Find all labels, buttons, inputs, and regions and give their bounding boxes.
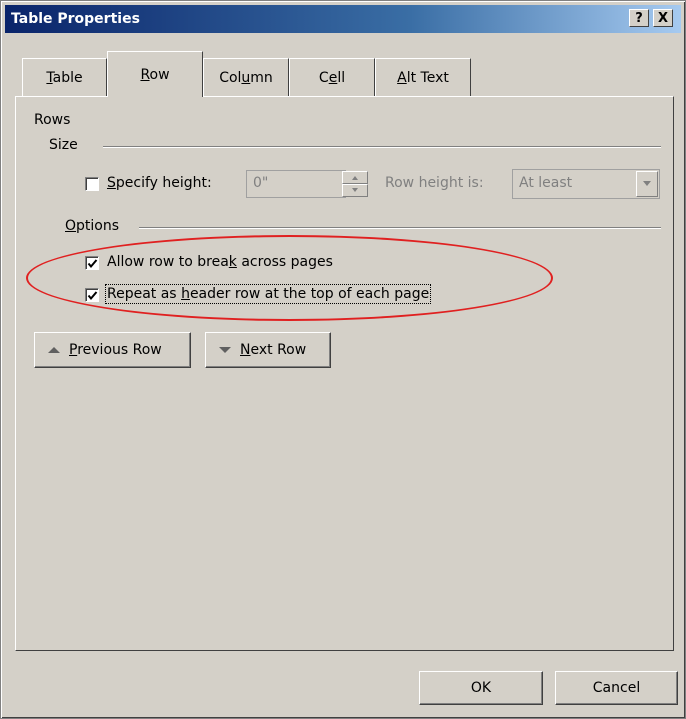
window-title: Table Properties (11, 11, 140, 27)
options-group-divider (139, 227, 661, 229)
spin-down-button[interactable] (342, 184, 368, 197)
height-input[interactable]: 0" (246, 170, 346, 198)
help-button[interactable]: ? (629, 9, 649, 27)
size-group-divider (103, 146, 661, 148)
size-group-title: Size (49, 137, 78, 153)
checkmark-icon (87, 291, 98, 301)
allow-break-checkbox[interactable] (85, 256, 99, 270)
previous-row-label: Previous Row (69, 342, 162, 358)
tab-label: Alt Text (397, 69, 449, 86)
next-row-label: Next Row (240, 342, 307, 358)
height-spinner[interactable] (342, 171, 368, 197)
previous-row-button[interactable]: Previous Row (34, 332, 191, 368)
help-icon: ? (635, 10, 643, 26)
close-icon: X (657, 10, 669, 26)
triangle-up-icon (48, 347, 60, 353)
allow-break-label: Allow row to break across pages (107, 254, 333, 270)
next-row-button[interactable]: Next Row (205, 332, 331, 368)
ok-button[interactable]: OK (419, 671, 543, 705)
tab-row[interactable]: Row (107, 51, 203, 97)
title-bar[interactable]: Table Properties ? X (5, 5, 681, 33)
options-group-title: Options (65, 218, 120, 234)
tab-label: Table (46, 69, 83, 86)
triangle-down-icon (219, 347, 231, 353)
checkmark-icon (87, 259, 98, 269)
spin-down-icon (352, 188, 358, 192)
specify-height-checkbox[interactable] (85, 177, 99, 191)
repeat-header-label: Repeat as header row at the top of each … (104, 284, 432, 304)
tab-label: Row (140, 66, 170, 83)
row-height-value: At least (519, 175, 573, 191)
cancel-button[interactable]: Cancel (555, 671, 678, 705)
chevron-down-icon (643, 181, 651, 186)
close-button[interactable]: X (653, 9, 673, 27)
tab-label: Cell (318, 69, 346, 86)
row-height-label: Row height is: (385, 175, 484, 191)
tab-alt-text[interactable]: Alt Text (375, 58, 471, 96)
specify-height-label: Specify height: (107, 175, 212, 191)
tab-table[interactable]: Table (22, 58, 107, 96)
dropdown-arrow[interactable] (636, 171, 658, 197)
tab-cell[interactable]: Cell (289, 58, 375, 96)
rows-section-title: Rows (34, 112, 71, 128)
tab-label: Column (219, 69, 273, 86)
table-properties-dialog: Table Properties ? X Table Row Column Ce… (0, 0, 686, 719)
spin-up-button[interactable] (342, 171, 368, 184)
spin-up-icon (352, 176, 358, 180)
repeat-header-checkbox[interactable] (85, 288, 99, 302)
tab-column[interactable]: Column (203, 58, 289, 96)
row-height-select[interactable]: At least (512, 169, 660, 199)
